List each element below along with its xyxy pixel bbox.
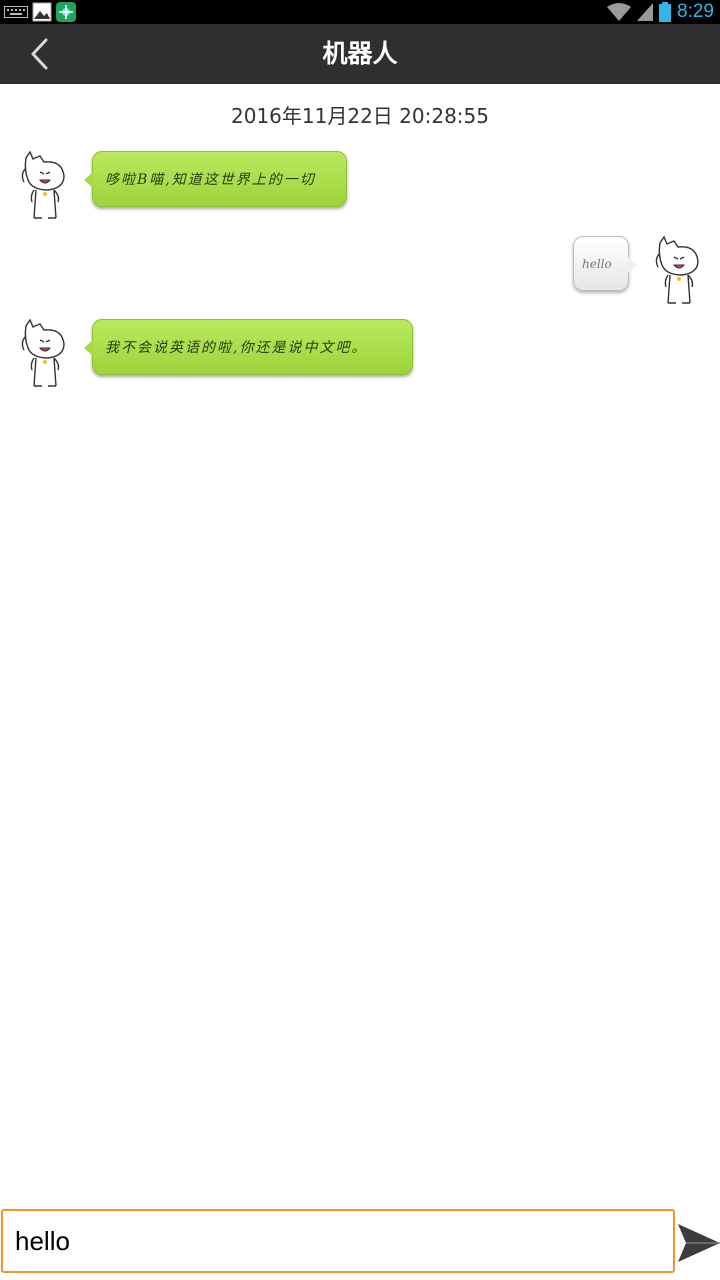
send-arrow-icon <box>678 1224 720 1262</box>
battery-icon <box>659 2 672 22</box>
user-avatar <box>655 235 699 304</box>
title-bar: 机器人 <box>0 24 720 84</box>
robot-message-bubble[interactable]: 我不会说英语的啦,你还是说中文吧。 <box>84 319 413 375</box>
robot-message-bubble[interactable]: 哆啦B喵,知道这世界上的一切 <box>84 151 347 207</box>
page-title: 机器人 <box>322 39 398 68</box>
message-text: 我不会说英语的啦,你还是说中文吧。 <box>105 340 368 356</box>
robot-avatar <box>21 318 65 387</box>
keyboard-icon <box>4 6 28 18</box>
app-icon <box>56 2 76 22</box>
wifi-icon <box>607 3 632 21</box>
message-input[interactable] <box>1 1209 675 1273</box>
notification-icons <box>4 2 76 22</box>
back-button[interactable] <box>20 34 64 74</box>
chat-timestamp: 2016年11月22日 20:28:55 <box>231 104 489 128</box>
robot-avatar <box>21 150 65 219</box>
status-bar: 8:29 <box>0 0 720 24</box>
status-time: 8:29 <box>677 1 714 22</box>
message-text: 哆啦B喵,知道这世界上的一切 <box>105 172 316 188</box>
send-button[interactable] <box>676 1220 720 1266</box>
chevron-left-icon <box>31 38 48 70</box>
user-message-bubble[interactable]: hello <box>573 236 637 291</box>
message-text: hello <box>582 256 612 271</box>
system-icons: 8:29 <box>607 0 714 24</box>
image-icon <box>32 2 52 22</box>
signal-icon <box>637 3 654 21</box>
